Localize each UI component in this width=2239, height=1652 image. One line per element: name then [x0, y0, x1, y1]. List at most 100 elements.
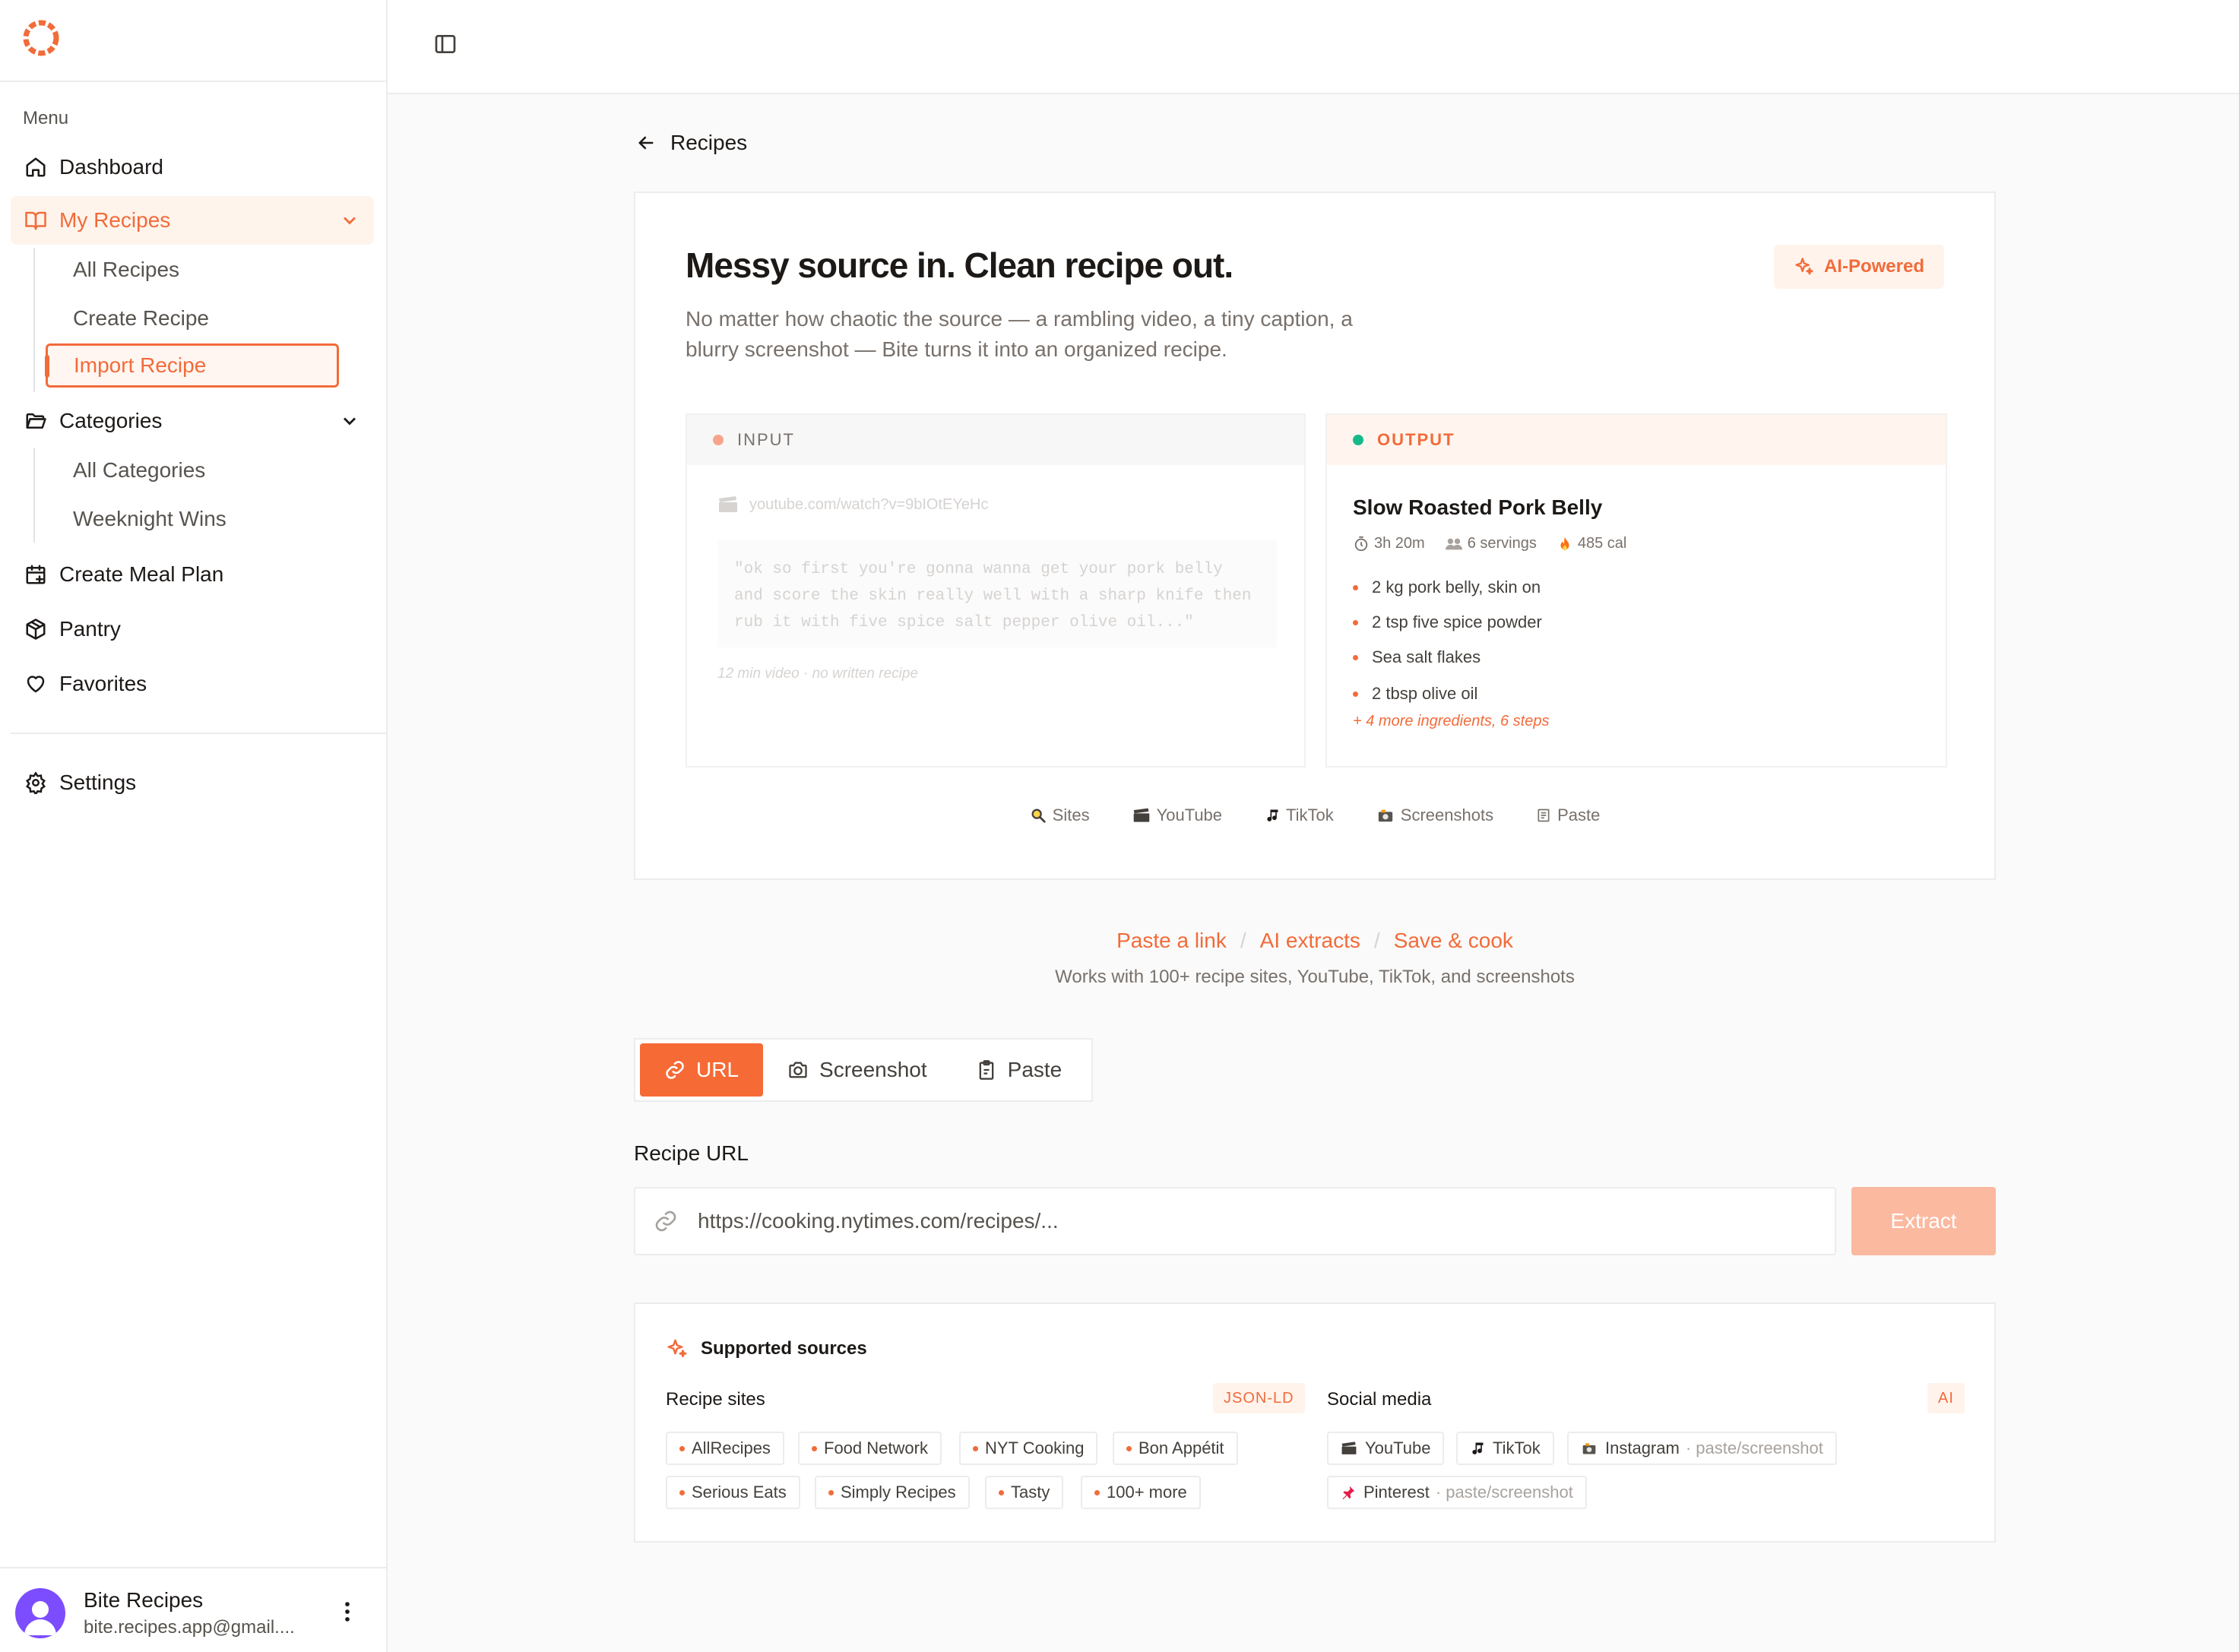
tab-label: Paste: [1007, 1058, 1062, 1081]
step-separator: /: [1373, 929, 1380, 952]
source-screenshots: Screenshots: [1376, 805, 1493, 825]
source-chip: 100+ more: [1081, 1476, 1201, 1509]
calendar-plus-icon: [23, 562, 49, 587]
chevron-down-icon[interactable]: [339, 210, 360, 231]
chip-label: Tasty: [1011, 1483, 1050, 1502]
camera-icon: [1378, 809, 1392, 822]
input-url-text: youtube.com/watch?v=9bIOtEYeHc: [749, 495, 989, 513]
recipe-sites-title: Recipe sites: [666, 1389, 765, 1410]
recipe-url-field[interactable]: [634, 1187, 1836, 1255]
bullet: [812, 1445, 817, 1451]
output-header: OUTPUT: [1327, 415, 1946, 465]
chip-note-text: paste/screenshot: [1446, 1483, 1573, 1502]
badge-label: AI-Powered: [1823, 256, 1924, 277]
input-header-label: INPUT: [737, 430, 795, 449]
users-icon: [1445, 538, 1462, 549]
sidebar-item-dashboard[interactable]: Dashboard: [11, 143, 374, 191]
menu-label: Menu: [23, 108, 69, 128]
source-types-row: Sites YouTube TikTok Screenshots Paste: [635, 805, 1994, 825]
sidebar-item-settings[interactable]: Settings: [11, 758, 374, 807]
sidebar-item-all-categories[interactable]: All Categories: [47, 448, 340, 492]
source-label: TikTok: [1286, 805, 1334, 824]
sidebar-item-import-recipe[interactable]: Import Recipe: [45, 343, 339, 388]
recipe-url-label: Recipe URL: [634, 1141, 749, 1165]
sidebar-item-pantry[interactable]: Pantry: [11, 605, 374, 654]
tab-paste[interactable]: Paste: [952, 1043, 1087, 1097]
clapperboard-icon: [719, 496, 737, 512]
magnifier-icon: [1031, 809, 1046, 823]
hero-description: No matter how chaotic the source — a ram…: [686, 307, 1353, 361]
sidebar-item-create-recipe[interactable]: Create Recipe: [47, 296, 340, 340]
clapperboard-icon: [1341, 1442, 1357, 1454]
tab-url[interactable]: URL: [640, 1043, 764, 1097]
source-sites: Sites: [1030, 805, 1090, 825]
source-label: Paste: [1557, 805, 1601, 824]
gear-icon: [23, 770, 49, 796]
submenu-line: [33, 448, 35, 543]
output-preview-card: OUTPUT Slow Roasted Pork Belly 3h 20m 6 …: [1325, 413, 1947, 767]
bullet: [973, 1445, 978, 1451]
process-steps: Paste a link / AI extracts / Save & cook: [634, 929, 1996, 953]
sidebar-toggle-icon[interactable]: [433, 32, 458, 56]
submenu-line: [33, 248, 35, 392]
input-note: 12 min video · no written recipe: [717, 666, 919, 682]
sidebar-item-categories[interactable]: Categories: [11, 397, 374, 445]
step-label: Save & cook: [1393, 929, 1513, 952]
source-paste: Paste: [1536, 805, 1600, 825]
status-dot: [713, 435, 724, 445]
works-with-text: Works with 100+ recipe sites, YouTube, T…: [1055, 967, 1575, 987]
json-ld-badge: JSON-LD: [1213, 1383, 1305, 1413]
sidebar-item-label: Import Recipe: [74, 353, 207, 377]
chip-label: Serious Eats: [692, 1483, 787, 1502]
sidebar-item-all-recipes[interactable]: All Recipes: [47, 248, 340, 292]
sidebar-item-favorites[interactable]: Favorites: [11, 660, 374, 708]
chip-label: NYT Cooking: [985, 1438, 1085, 1457]
bullet: [679, 1445, 685, 1451]
music-note-icon: [1267, 809, 1278, 821]
output-header-label: OUTPUT: [1377, 430, 1455, 449]
arrow-left-icon: [638, 136, 654, 150]
more-vertical-icon[interactable]: [334, 1599, 360, 1625]
chip-note-text: paste/screenshot: [1696, 1438, 1823, 1457]
chip-label: 100+ more: [1107, 1483, 1187, 1502]
home-icon: [23, 154, 49, 180]
avatar[interactable]: [15, 1588, 65, 1638]
heart-icon: [23, 671, 49, 697]
source-chip: Serious Eats: [666, 1476, 800, 1509]
sidebar-item-weeknight-wins[interactable]: Weeknight Wins: [47, 497, 340, 541]
input-url: youtube.com/watch?v=9bIOtEYeHc: [717, 495, 988, 514]
input-preview-card: INPUT youtube.com/watch?v=9bIOtEYeHc "ok…: [686, 413, 1306, 767]
source-chip: Bon Appétit: [1113, 1432, 1238, 1465]
tab-screenshot[interactable]: Screenshot: [763, 1043, 952, 1097]
sidebar-item-label: Favorites: [59, 672, 147, 695]
ai-badge: AI: [1927, 1383, 1965, 1413]
ai-powered-badge: AI-Powered: [1773, 245, 1944, 289]
source-chip: NYT Cooking: [959, 1432, 1098, 1465]
sidebar-item-my-recipes[interactable]: My Recipes: [11, 196, 374, 245]
app-logo-icon[interactable]: [21, 18, 61, 58]
top-bar: [388, 0, 2239, 94]
sidebar-item-meal-plan[interactable]: Create Meal Plan: [11, 550, 374, 599]
bullet: [1094, 1489, 1100, 1495]
chip-label: Simply Recipes: [841, 1483, 956, 1502]
package-icon: [23, 616, 49, 642]
recipe-url-input[interactable]: [698, 1209, 1762, 1233]
sidebar-item-label: Dashboard: [59, 155, 163, 179]
step-label: AI extracts: [1259, 929, 1360, 952]
ingredient-item: 2 kg pork belly, skin on: [1353, 578, 1541, 597]
user-name: Bite Recipes: [84, 1588, 204, 1612]
user-email: bite.recipes.app@gmail....: [84, 1617, 295, 1638]
chevron-down-icon[interactable]: [339, 410, 360, 432]
chip-label: Instagram: [1605, 1438, 1680, 1457]
ingredient-item: 2 tbsp olive oil: [1353, 684, 1477, 704]
output-time: 3h 20m: [1374, 535, 1425, 552]
chip-note: · paste/screenshot: [1685, 1438, 1823, 1457]
source-chip: Instagram · paste/screenshot: [1567, 1432, 1837, 1465]
tab-label: Screenshot: [819, 1058, 927, 1081]
extract-button[interactable]: Extract: [1851, 1187, 1996, 1255]
sidebar-item-label: All Categories: [73, 458, 206, 482]
camera-icon: [1582, 1443, 1596, 1454]
source-chip: Simply Recipes: [815, 1476, 970, 1509]
supported-sources-title: Supported sources: [666, 1337, 867, 1360]
back-link[interactable]: Recipes: [635, 131, 747, 155]
